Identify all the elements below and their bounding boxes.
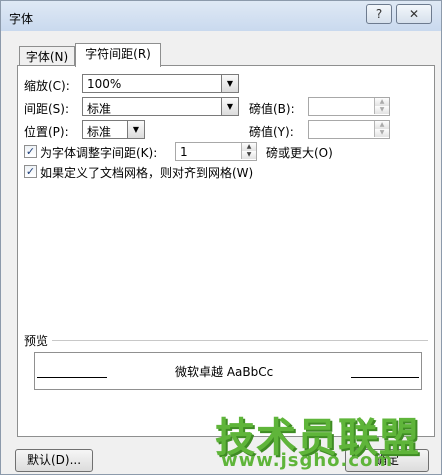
kerning-suffix: 磅或更大(O) [266,146,333,160]
check-icon: ✓ [25,165,36,178]
default-button[interactable]: 默认(D)... [15,449,93,472]
triangle-up-icon[interactable]: ▲ [241,143,256,151]
position-pt-label: 磅值(Y): [249,125,294,139]
spacing-combo[interactable]: 标准 ▼ [82,97,239,116]
preview-box: 微软卓越 AaBbCc [34,352,422,390]
position-pt-spinner[interactable]: ▲ ▼ [308,120,390,139]
triangle-up-icon[interactable]: ▲ [374,98,389,106]
preview-sample: 微软卓越 AaBbCc [175,365,274,379]
triangle-down-icon[interactable]: ▼ [221,75,238,92]
triangle-down-icon[interactable]: ▼ [241,151,256,159]
watermark-url: www.jsgho.com [221,450,394,471]
position-combo[interactable]: 标准 ▼ [82,120,145,139]
snap-grid-checkbox[interactable]: ✓ [24,165,37,178]
spacing-pt-spinner[interactable]: ▲ ▼ [308,97,390,116]
preview-baseline-left [37,377,107,378]
kerning-checkbox[interactable]: ✓ [24,145,37,158]
position-value: 标准 [87,125,112,139]
check-icon: ✓ [25,145,36,158]
help-button[interactable]: ? [366,4,392,24]
preview-divider [52,340,428,341]
tab-panel: 缩放(C): 100% ▼ 间距(S): 标准 ▼ 磅值(B): ▲ ▼ 位置(… [17,65,435,437]
kerning-spinner[interactable]: 1 ▲ ▼ [175,142,257,161]
snap-grid-label: 如果定义了文档网格，则对齐到网格(W) [40,166,254,180]
close-button[interactable]: ✕ [396,4,432,24]
dialog-title: 字体 [9,12,34,26]
title-bar: 字体 ? ✕ [1,1,441,31]
triangle-down-icon[interactable]: ▼ [374,129,389,137]
kerning-label: 为字体调整字间距(K): [40,146,158,160]
spacing-label: 间距(S): [24,102,70,116]
triangle-down-icon[interactable]: ▼ [221,98,238,115]
scale-label: 缩放(C): [24,79,70,93]
preview-label: 预览 [24,334,49,348]
triangle-down-icon[interactable]: ▼ [127,121,144,138]
position-label: 位置(P): [24,125,69,139]
spacing-value: 标准 [87,102,112,116]
scale-value: 100% [87,77,122,91]
kerning-value: 1 [180,145,188,159]
spacing-pt-label: 磅值(B): [249,102,295,116]
triangle-up-icon[interactable]: ▲ [374,121,389,129]
triangle-down-icon[interactable]: ▼ [374,106,389,114]
tab-font[interactable]: 字体(N) [19,46,75,67]
font-dialog: 字体 ? ✕ 字体(N) 字符间距(R) 缩放(C): 100% ▼ 间距(S)… [0,0,442,475]
preview-baseline-right [351,377,419,378]
tab-character-spacing[interactable]: 字符间距(R) [75,43,161,67]
scale-combo[interactable]: 100% ▼ [82,74,239,93]
